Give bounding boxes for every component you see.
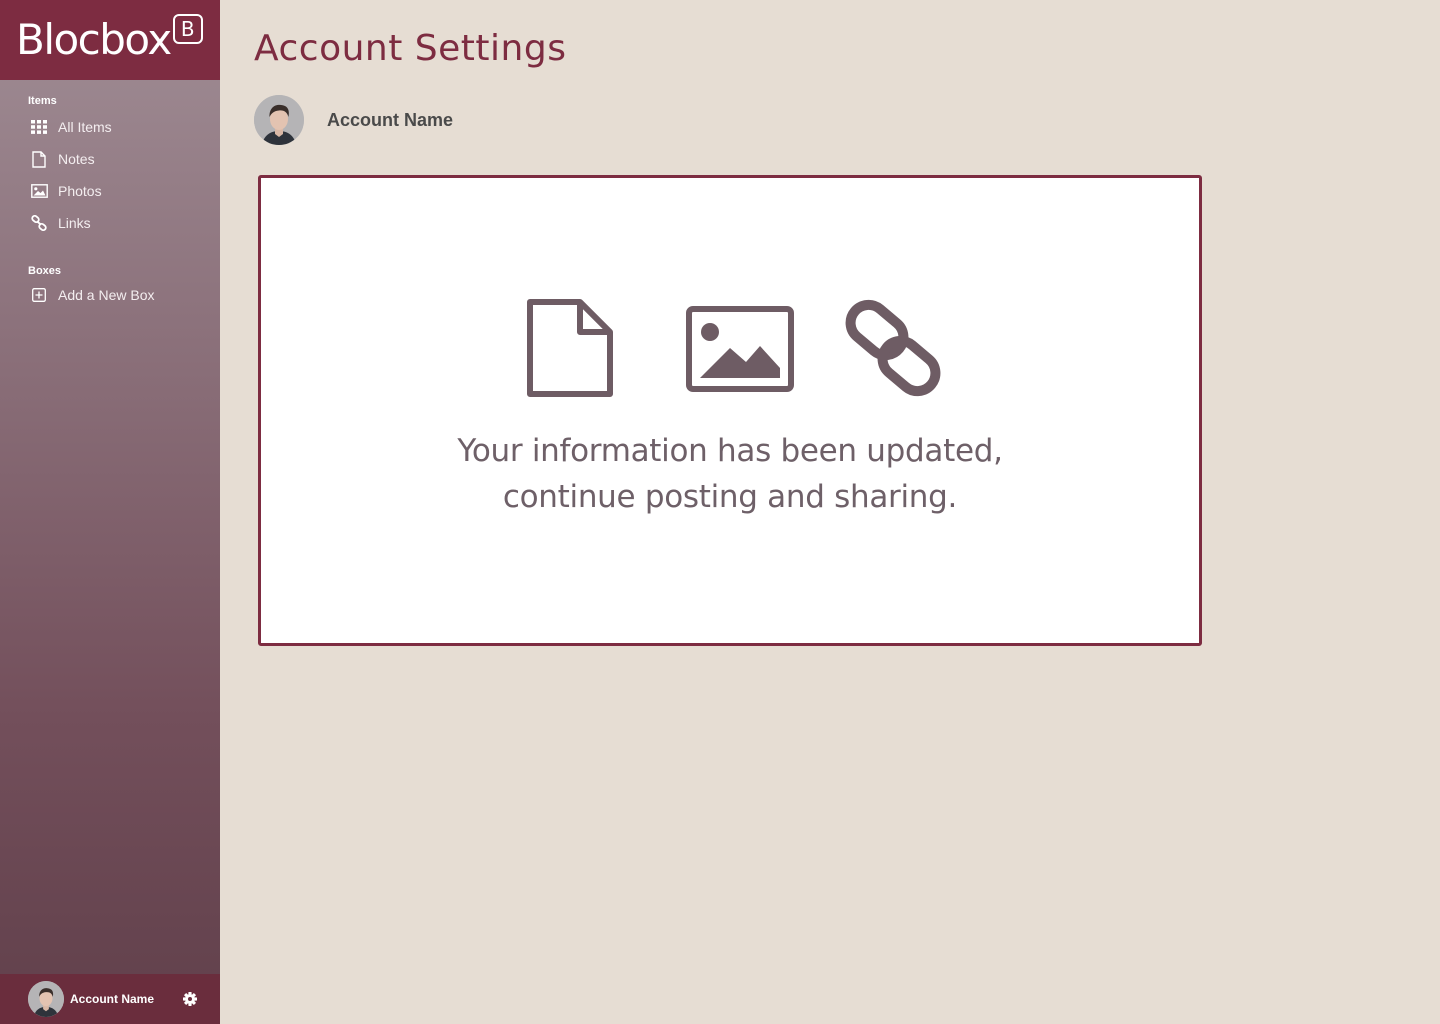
sidebar-item-notes[interactable]: Notes: [0, 143, 220, 175]
brand-name: Blocbox: [16, 15, 172, 64]
plus-box-icon: [30, 286, 48, 304]
sidebar-item-label: Photos: [58, 183, 102, 199]
image-icon: [686, 306, 794, 392]
grid-icon: [30, 118, 48, 136]
confirmation-card: Your information has been updated, conti…: [258, 175, 1202, 646]
sidebar-item-all-items[interactable]: All Items: [0, 111, 220, 143]
user-bar: Account Name: [0, 974, 220, 1024]
confirmation-message: Your information has been updated, conti…: [261, 428, 1199, 520]
sidebar-item-label: Add a New Box: [58, 287, 155, 303]
message-line-1: Your information has been updated,: [457, 433, 1003, 469]
sidebar-item-label: All Items: [58, 119, 112, 135]
boxes-section-label: Boxes: [28, 265, 62, 277]
sidebar: Blocbox B Items All Items Notes Photos L…: [0, 0, 220, 1024]
page-title: Account Settings: [254, 28, 567, 69]
add-new-box-button[interactable]: Add a New Box: [0, 279, 220, 311]
sidebar-item-label: Links: [58, 215, 91, 231]
message-line-2: continue posting and sharing.: [502, 479, 958, 515]
sidebar-item-photos[interactable]: Photos: [0, 175, 220, 207]
brand-mark: B: [172, 14, 203, 44]
gear-icon[interactable]: [180, 989, 200, 1009]
document-icon: [527, 299, 613, 397]
card-icon-row: [524, 298, 944, 408]
avatar[interactable]: [28, 981, 64, 1017]
brand-logo[interactable]: Blocbox B: [0, 0, 220, 80]
items-section-label: Items: [28, 95, 57, 107]
user-name: Account Name: [70, 992, 155, 1006]
chain-link-icon: [845, 299, 941, 397]
note-icon: [30, 150, 48, 168]
link-icon: [30, 214, 48, 232]
account-header: Account Name: [254, 95, 453, 145]
avatar[interactable]: [254, 95, 304, 145]
sidebar-item-label: Notes: [58, 151, 95, 167]
sidebar-item-links[interactable]: Links: [0, 207, 220, 239]
photo-icon: [30, 182, 48, 200]
account-name: Account Name: [327, 109, 454, 130]
